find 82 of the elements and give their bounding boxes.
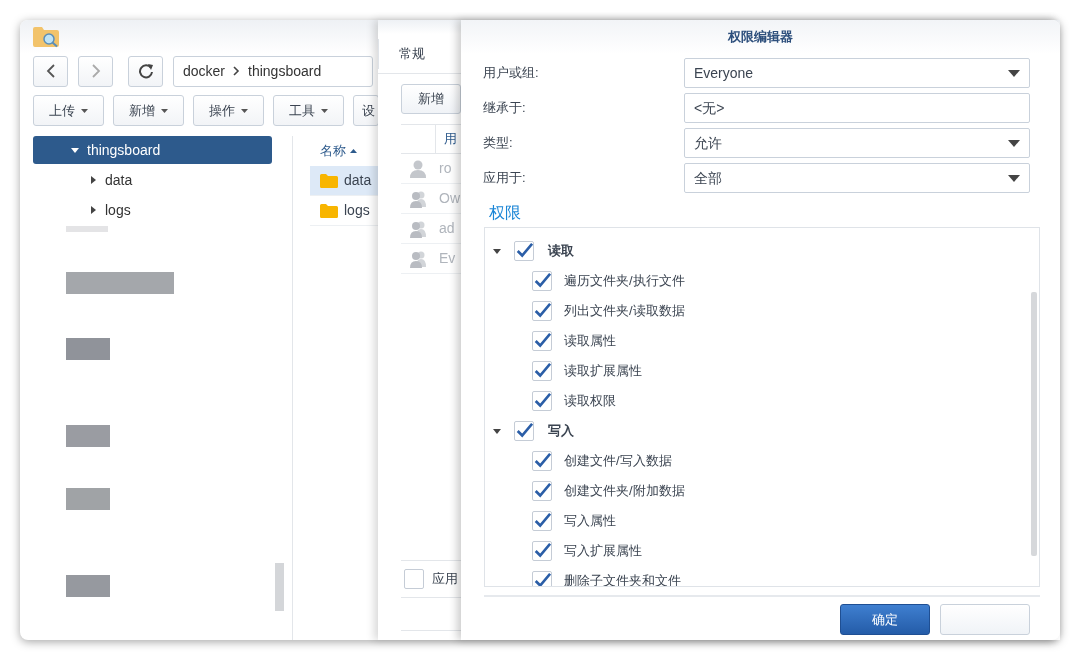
forward-icon [90,64,101,78]
dropdown[interactable]: 全部 [684,163,1030,193]
toolbar-button[interactable]: 设 [353,95,379,126]
checkbox[interactable] [514,241,534,261]
dialog-title: 权限编辑器 [728,28,793,47]
blurred-text [66,488,110,510]
field-label: 类型: [483,134,514,153]
chevron-icon [233,66,241,76]
field-label: 应用于: [483,169,527,188]
file-row[interactable]: data [310,166,378,196]
group-icon [409,249,427,268]
checkbox[interactable] [532,331,552,351]
toolbar-button[interactable]: 工具 [273,95,344,126]
blurred-text [66,575,110,597]
toolbar-button[interactable]: 上传 [33,95,104,126]
add-button[interactable]: 新增 [401,84,461,114]
blurred-text [66,425,110,447]
tree-item[interactable]: logs [33,196,272,224]
path-field[interactable]: docker thingsboard [173,55,373,87]
user-name: Ow [439,189,460,208]
checkbox-label: 应用 [432,570,458,589]
tree-item[interactable]: data [33,166,272,194]
refresh-button[interactable] [128,55,163,87]
user-name: ro [439,159,452,178]
permission-label: 读取权限 [564,392,616,411]
checkbox[interactable] [532,511,552,531]
caret-icon [321,108,328,113]
back-button[interactable] [33,55,68,87]
back-icon [45,64,56,78]
group-icon [409,219,427,238]
permission-label: 读取扩展属性 [564,362,642,381]
section-title: 权限 [489,203,522,223]
checkbox[interactable] [404,569,424,589]
permission-label: 创建文件夹/附加数据 [564,482,685,501]
folder-icon [320,173,338,188]
text-field[interactable]: <无> [684,93,1030,123]
permission-label: 写入属性 [564,512,616,531]
dropdown-arrow-icon [1008,69,1020,77]
checkbox[interactable] [532,271,552,291]
blurred-text [66,338,110,360]
permission-label: 写入扩展属性 [564,542,642,561]
user-name: ad [439,219,455,238]
toolbar-button[interactable]: 新增 [113,95,184,126]
permission-label: 遍历文件夹/执行文件 [564,272,685,291]
user-name: Ev [439,249,456,268]
permission-label: 写入 [548,422,574,441]
checkbox[interactable] [532,391,552,411]
permission-label: 读取属性 [564,332,616,351]
dropdown-arrow-icon [1008,174,1020,182]
permission-label: 读取 [548,242,574,261]
checkbox[interactable] [514,421,534,441]
refresh-icon [137,63,154,79]
checkbox[interactable] [532,361,552,381]
permission-label: 创建文件/写入数据 [564,452,672,471]
tab[interactable]: 常规 [378,38,445,69]
file-row[interactable]: logs [310,196,378,226]
caret-icon [161,108,168,113]
scrollbar [275,563,284,611]
checkbox[interactable] [532,481,552,501]
caret-icon [241,108,248,113]
sort-arrow-icon [350,149,357,153]
caret-icon [81,108,88,113]
tree-item[interactable]: thingsboard [33,136,272,164]
column-header[interactable]: 用 [444,129,457,149]
dropdown[interactable]: Everyone [684,58,1030,88]
column-header[interactable]: 名称 [310,136,378,166]
dropdown-arrow-icon [1008,139,1020,147]
folder-icon [320,203,338,218]
checkbox[interactable] [532,541,552,561]
field-label: 继承于: [483,99,527,118]
group-icon [409,189,427,208]
field-label: 用户或组: [483,64,540,83]
checkbox[interactable] [532,451,552,471]
permission-label: 列出文件夹/读取数据 [564,302,685,321]
blurred-text [66,226,108,232]
user-icon [409,159,427,178]
checkbox[interactable] [532,301,552,321]
confirm-button[interactable]: 确定 [840,604,930,635]
dropdown[interactable]: 允许 [684,128,1030,158]
checkbox[interactable] [532,571,552,586]
toolbar-button[interactable]: 操作 [193,95,264,126]
app-icon [32,26,60,48]
